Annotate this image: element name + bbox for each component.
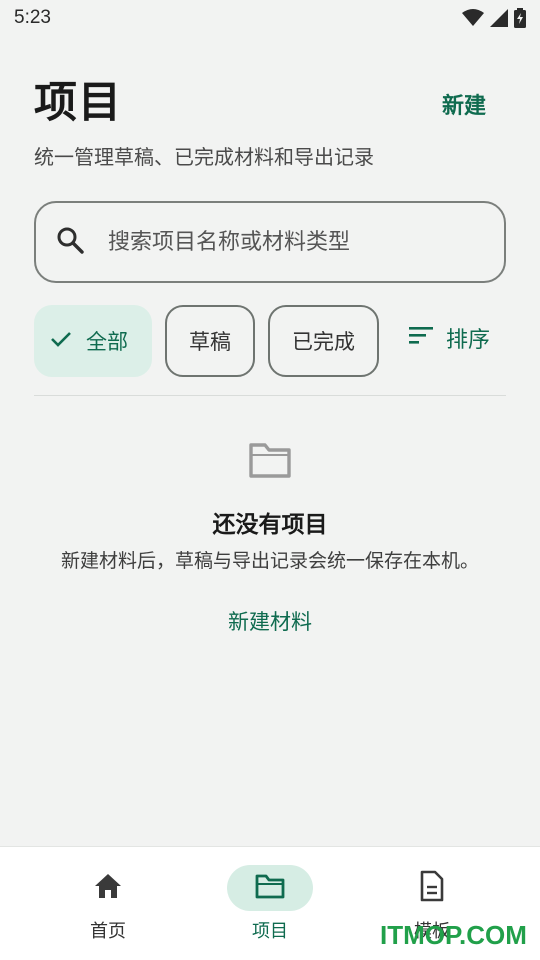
sort-button[interactable]: 排序 [408,322,490,354]
nav-icon-wrap [227,865,313,911]
filter-chips: 全部 草稿 已完成 [34,305,380,377]
signal-icon [490,9,508,27]
new-project-button[interactable]: 新建 [442,88,486,120]
create-material-button[interactable]: 新建材料 [0,606,540,636]
search-input[interactable] [108,229,468,255]
nav-item-home[interactable]: 首页 [25,847,185,960]
wifi-icon [462,9,484,27]
chip-label: 已完成 [292,330,355,354]
check-icon [50,329,86,353]
empty-state-description: 新建材料后，草稿与导出记录会统一保存在本机。 [60,550,479,572]
chip-label: 草稿 [189,330,231,354]
chip-completed[interactable]: 已完成 [268,305,379,377]
status-time: 5:23 [14,7,51,28]
chip-label: 全部 [86,330,128,354]
page-subtitle: 统一管理草稿、已完成材料和导出记录 [34,145,374,169]
empty-state-title: 还没有项目 [212,512,328,538]
chip-all[interactable]: 全部 [34,305,152,377]
sort-label: 排序 [446,328,491,353]
folder-icon [255,873,285,903]
folder-icon [248,440,292,484]
status-bar: 5:23 [0,0,540,36]
document-icon [419,870,445,906]
nav-label: 项目 [252,921,288,942]
divider [34,395,506,396]
status-icons [462,8,526,28]
sort-icon [408,325,434,351]
nav-icon-wrap [389,865,475,911]
nav-item-projects[interactable]: 项目 [187,847,347,960]
nav-label: 首页 [90,921,126,942]
search-bar[interactable] [34,201,506,283]
watermark: ITMOP.COM [380,920,527,950]
home-icon [93,872,123,904]
chip-draft[interactable]: 草稿 [165,305,255,377]
page-title: 项目 [34,78,122,128]
battery-charging-icon [514,8,526,28]
search-icon [56,226,84,258]
nav-icon-wrap [65,865,151,911]
